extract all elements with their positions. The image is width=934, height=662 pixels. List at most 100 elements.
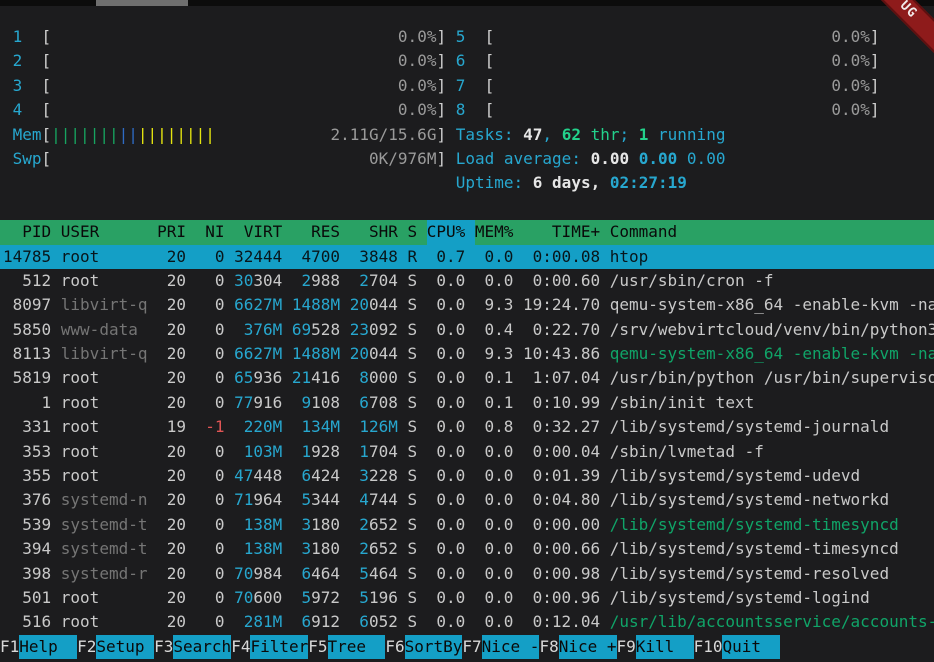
- res-cell: 1928: [292, 440, 340, 464]
- res-cell: 5344: [292, 488, 340, 512]
- fkey-button-f5[interactable]: F5Tree: [308, 635, 385, 659]
- shr-value-low: 704: [369, 271, 398, 290]
- pid-cell: 331: [3, 415, 51, 439]
- process-row[interactable]: 1root2007791691086708S0.00.10:10.99/sbin…: [0, 391, 934, 415]
- virt-cell: 65936: [234, 366, 282, 390]
- priority-cell: 20: [157, 269, 186, 293]
- process-row[interactable]: 398systemd-r2007098464645464S0.00.00:00.…: [0, 562, 934, 586]
- process-row[interactable]: 331root19-1220M134M126MS0.00.80:32.27/li…: [0, 415, 934, 439]
- virt-cell: 70984: [234, 562, 282, 586]
- res-value-high: 1488M: [292, 344, 340, 363]
- state-cell: S: [407, 513, 417, 537]
- user-cell: libvirt-q: [61, 342, 148, 366]
- res-value-high: 1488M: [292, 295, 340, 314]
- column-header-s[interactable]: S: [407, 220, 417, 244]
- fkey-button-f7[interactable]: F7Nice -: [462, 635, 539, 659]
- column-header-virt[interactable]: VIRT: [234, 220, 282, 244]
- process-row[interactable]: 376systemd-n2007196453444744S0.00.00:04.…: [0, 488, 934, 512]
- state-cell: S: [407, 586, 417, 610]
- command-cell: /sbin/init text: [610, 391, 934, 415]
- process-row[interactable]: 394systemd-t200138M31802652S0.00.00:00.6…: [0, 537, 934, 561]
- process-row[interactable]: 539systemd-t200138M31802652S0.00.00:00.0…: [0, 513, 934, 537]
- pid-cell: 398: [3, 562, 51, 586]
- meter-caption: 8: [456, 98, 485, 122]
- fkey-button-f6[interactable]: F6SortBy: [385, 635, 462, 659]
- time-cell: 0:01.39: [523, 464, 600, 488]
- priority-cell: 20: [157, 537, 186, 561]
- res-value-high: 5: [302, 490, 312, 509]
- process-row[interactable]: 355root2004744864243228S0.00.00:01.39/li…: [0, 464, 934, 488]
- pid-cell: 512: [3, 269, 51, 293]
- pid-cell: 355: [3, 464, 51, 488]
- nice-cell: 0: [196, 391, 225, 415]
- column-header-time[interactable]: TIME+: [523, 220, 600, 244]
- virt-value-high: 138M: [244, 515, 283, 534]
- cpu-percent-cell: 0.7: [427, 245, 466, 269]
- process-row[interactable]: 8113libvirt-q2006627M1488M20044S0.09.310…: [0, 342, 934, 366]
- user-cell: root: [61, 464, 148, 488]
- meter-open-bracket: [: [42, 98, 52, 122]
- time-cell: 1:07.04: [523, 366, 600, 390]
- process-row[interactable]: 501root2007060059725196S0.00.00:00.96/li…: [0, 586, 934, 610]
- column-header-cpu[interactable]: CPU%: [427, 220, 475, 244]
- shr-cell: 20044: [350, 293, 398, 317]
- res-value-high: 1: [302, 442, 312, 461]
- user-cell: root: [61, 440, 148, 464]
- meter-pipe-segment: ||: [119, 125, 138, 144]
- state-cell: R: [407, 245, 417, 269]
- meter-bar: |||||||||||||||||2.11G/15.6G: [51, 123, 436, 147]
- process-row[interactable]: 512root2003030429882704S0.00.00:00.60/us…: [0, 269, 934, 293]
- meter-close-bracket: ]: [870, 98, 880, 122]
- column-header-pid[interactable]: PID: [3, 220, 51, 244]
- meter-open-bracket: [: [42, 147, 52, 171]
- meter-bar: 0K/976M: [51, 147, 436, 171]
- virt-cell: 70600: [234, 586, 282, 610]
- process-row[interactable]: 5819root20065936214168000S0.00.11:07.04/…: [0, 366, 934, 390]
- cpu-meter-2: 2[0.0%]: [13, 49, 446, 73]
- fkey-button-f1[interactable]: F1Help: [0, 635, 77, 659]
- process-row[interactable]: 5850www-data200376M6952823092S0.00.40:22…: [0, 318, 934, 342]
- fkey-button-f2[interactable]: F2Setup: [77, 635, 154, 659]
- fkey-button-f8[interactable]: F8Nice +: [539, 635, 616, 659]
- swp-meter: Swp[0K/976M]: [13, 147, 446, 171]
- virt-cell: 47448: [234, 464, 282, 488]
- cpu-percent-cell: 0.0: [427, 513, 466, 537]
- state-cell: S: [407, 269, 417, 293]
- tasks-status: Tasks: 47, 62 thr; 1 running: [456, 123, 726, 147]
- shr-value-low: 196: [369, 588, 398, 607]
- process-row[interactable]: 516root200281M69126052S0.00.00:12.04/usr…: [0, 610, 934, 634]
- state-cell: S: [407, 488, 417, 512]
- mem-percent-cell: 0.0: [475, 537, 514, 561]
- column-header-shr[interactable]: SHR: [350, 220, 398, 244]
- shr-value-low: 704: [369, 442, 398, 461]
- priority-cell: 20: [157, 391, 186, 415]
- fkey-button-f9[interactable]: F9Kill: [617, 635, 694, 659]
- res-value-low: 464: [311, 564, 340, 583]
- column-header-res[interactable]: RES: [292, 220, 340, 244]
- user-cell: root: [61, 269, 148, 293]
- tasks-status-part: ;: [619, 123, 638, 147]
- shr-value-low: 228: [369, 466, 398, 485]
- fkey-button-f4[interactable]: F4Filter: [231, 635, 308, 659]
- shr-cell: 5464: [350, 562, 398, 586]
- time-cell: 0:00.00: [523, 513, 600, 537]
- priority-cell: 20: [157, 513, 186, 537]
- process-row[interactable]: 14785root2003244447003848R0.70.00:00.08h…: [0, 245, 934, 269]
- column-header-user[interactable]: USER: [61, 220, 148, 244]
- column-header-mem[interactable]: MEM%: [475, 220, 514, 244]
- column-header-pri[interactable]: PRI: [157, 220, 186, 244]
- fkey-button-f10[interactable]: F10Quit: [694, 635, 781, 659]
- column-header-ni[interactable]: NI: [196, 220, 225, 244]
- shr-value-high: 5: [359, 564, 369, 583]
- res-value-high: 3: [302, 515, 312, 534]
- cpu-meter-8: 8[0.0%]: [456, 98, 880, 122]
- virt-value-low: 964: [253, 490, 282, 509]
- meter-pipe-segment: |||||||: [51, 125, 118, 144]
- res-value-low: 416: [311, 368, 340, 387]
- column-header-command[interactable]: Command: [610, 220, 934, 244]
- fkey-button-f3[interactable]: F3Search: [154, 635, 231, 659]
- process-row[interactable]: 8097libvirt-q2006627M1488M20044S0.09.319…: [0, 293, 934, 317]
- fkey-label: Nice -: [482, 635, 540, 659]
- fkey-number: F9: [617, 635, 636, 659]
- process-row[interactable]: 353root200103M19281704S0.00.00:00.04/sbi…: [0, 440, 934, 464]
